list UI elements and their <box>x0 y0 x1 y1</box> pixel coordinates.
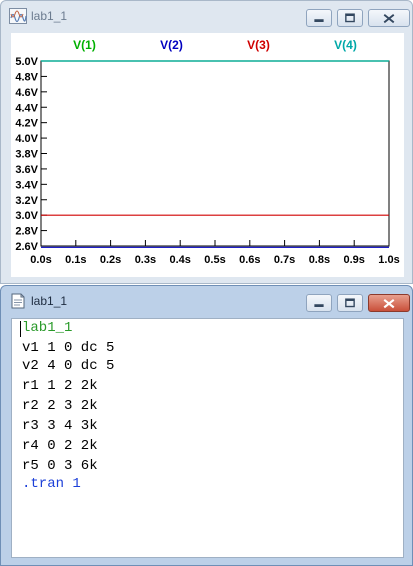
maximize-icon <box>345 298 355 308</box>
minimize-button[interactable] <box>306 9 332 27</box>
x-tick-label: 0.4s <box>169 254 190 266</box>
y-tick-label: 4.8V <box>15 71 38 83</box>
waveform-plot-area[interactable]: V(1) V(2) V(3) V(4) 2.6V 2.8V 3.0V 3.2V 3.4V 3.6V… <box>11 33 404 277</box>
y-tick-label: 3.4V <box>15 179 38 191</box>
y-tick-label: 3.6V <box>15 164 38 176</box>
netlist-line[interactable]: r4 0 2 2k <box>22 439 98 453</box>
waveform-chart[interactable]: V(1) V(2) V(3) V(4) 2.6V 2.8V 3.0V 3.2V 3.4V 3.6V… <box>11 33 404 277</box>
y-tick-label: 4.0V <box>15 133 38 145</box>
netlist-line[interactable]: r2 2 3 2k <box>22 399 98 413</box>
netlist-window-title: lab1_1 <box>31 294 68 308</box>
text-cursor <box>20 321 21 337</box>
minimize-icon <box>314 304 324 307</box>
x-tick-label: 0.3s <box>135 254 156 266</box>
x-tick-label: 0.0s <box>30 254 51 266</box>
y-tick-label: 5.0V <box>15 56 38 68</box>
legend-label[interactable]: V(3) <box>247 38 270 52</box>
netlist-line[interactable]: r3 3 4 3k <box>22 419 98 433</box>
x-tick-label: 0.7s <box>274 254 295 266</box>
waveform-icon <box>9 8 27 24</box>
legend-label[interactable]: V(2) <box>160 38 183 52</box>
maximize-button[interactable] <box>337 294 363 312</box>
close-icon <box>383 14 395 24</box>
y-tick-label: 4.6V <box>15 87 38 99</box>
x-tick-label: 0.8s <box>309 254 330 266</box>
plot-frame <box>40 60 390 247</box>
y-tick-label: 2.8V <box>15 226 38 238</box>
close-icon <box>383 298 395 309</box>
netlist-line[interactable]: r1 1 2 2k <box>22 379 98 393</box>
document-icon <box>11 293 25 309</box>
waveform-titlebar[interactable]: lab1_1 <box>1 1 412 31</box>
y-tick-label: 3.2V <box>15 195 38 207</box>
x-tick-label: 1.0s <box>378 254 399 266</box>
minimize-icon <box>314 19 324 22</box>
netlist-line[interactable]: v1 1 0 dc 5 <box>22 341 114 355</box>
netlist-editor[interactable]: lab1_1 v1 1 0 dc 5 v2 4 0 dc 5 r1 1 2 2k… <box>11 318 404 558</box>
y-tick-label: 3.8V <box>15 149 38 161</box>
netlist-line[interactable]: .tran 1 <box>22 477 81 491</box>
legend-label[interactable]: V(1) <box>73 38 96 52</box>
maximize-icon <box>345 13 355 23</box>
waveform-window-title: lab1_1 <box>31 9 68 23</box>
netlist-line[interactable]: r5 0 3 6k <box>22 459 98 473</box>
waveform-window: lab1_1 V(1) V(2) V(3) V(4) 2.6V 2.8V 3.0V 3.2V 3… <box>0 0 413 284</box>
x-tick-label: 0.6s <box>239 254 260 266</box>
y-tick-label: 2.6V <box>15 241 38 253</box>
x-tick-label: 0.2s <box>100 254 121 266</box>
close-button[interactable] <box>368 9 410 27</box>
netlist-line[interactable]: lab1_1 <box>22 321 72 335</box>
maximize-button[interactable] <box>337 9 363 27</box>
netlist-line[interactable]: v2 4 0 dc 5 <box>22 359 114 373</box>
y-tick-label: 4.2V <box>15 118 38 130</box>
y-tick-label: 3.0V <box>15 210 38 222</box>
minimize-button[interactable] <box>306 294 332 312</box>
close-button[interactable] <box>368 294 410 312</box>
legend-label[interactable]: V(4) <box>334 38 357 52</box>
x-tick-label: 0.9s <box>343 254 364 266</box>
x-tick-label: 0.1s <box>65 254 86 266</box>
netlist-titlebar[interactable]: lab1_1 <box>1 286 412 316</box>
x-tick-label: 0.5s <box>204 254 225 266</box>
y-tick-label: 4.4V <box>15 102 38 114</box>
netlist-window: lab1_1 lab1_1 v1 1 0 dc 5 v2 4 0 dc 5 r1… <box>0 285 413 566</box>
